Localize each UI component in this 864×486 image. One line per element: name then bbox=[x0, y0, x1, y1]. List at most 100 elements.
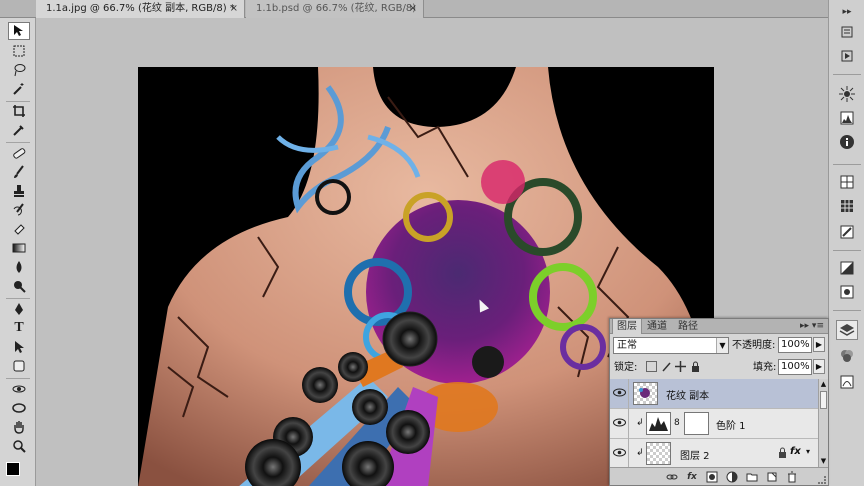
layer-name: 色阶 1 bbox=[716, 421, 746, 432]
styles-icon[interactable] bbox=[836, 222, 858, 242]
toolbox-separator bbox=[6, 142, 30, 143]
right-panel-dock: ▸▸ bbox=[828, 0, 864, 486]
layer-row-levels-1[interactable]: ↲ 8 色阶 1 bbox=[610, 409, 818, 439]
lock-image-icon[interactable] bbox=[661, 361, 672, 372]
clone-stamp-tool-icon[interactable] bbox=[8, 182, 30, 200]
scroll-down-icon[interactable]: ▼ bbox=[819, 456, 828, 466]
lock-transparent-icon[interactable] bbox=[646, 361, 657, 372]
color-icon[interactable] bbox=[836, 172, 858, 192]
history-icon[interactable] bbox=[836, 22, 858, 42]
magic-wand-tool-icon[interactable] bbox=[8, 80, 30, 98]
eye-icon[interactable] bbox=[613, 388, 626, 399]
blend-mode-value: 正常 bbox=[617, 340, 637, 351]
navigator-icon[interactable] bbox=[836, 84, 858, 104]
3d-orbit-tool-icon[interactable] bbox=[8, 399, 30, 417]
opacity-slider-arrow-icon[interactable]: ▶ bbox=[813, 337, 825, 352]
histogram-icon[interactable] bbox=[836, 108, 858, 128]
add-mask-icon[interactable] bbox=[706, 471, 718, 483]
info-icon[interactable] bbox=[836, 132, 858, 152]
dock-menu-icon[interactable]: ▸▸ bbox=[836, 2, 858, 22]
dock-separator bbox=[833, 310, 861, 311]
toolbox-separator bbox=[6, 298, 30, 299]
brush-tool-icon[interactable] bbox=[8, 163, 30, 181]
dodge-tool-icon[interactable] bbox=[8, 277, 30, 295]
layer-thumbnail bbox=[633, 382, 658, 405]
path-selection-tool-icon[interactable] bbox=[8, 338, 30, 356]
layers-list: 花纹 副本 ↲ 8 色阶 1 ↲ 图层 2 fx ▾ bbox=[610, 379, 818, 467]
history-brush-tool-icon[interactable] bbox=[8, 201, 30, 219]
foreground-color-swatch[interactable] bbox=[6, 462, 20, 476]
levels-adjustment-icon bbox=[646, 412, 671, 435]
healing-brush-tool-icon[interactable] bbox=[8, 144, 30, 162]
resize-grip-icon[interactable] bbox=[818, 476, 826, 484]
link-layers-icon[interactable] bbox=[666, 471, 678, 483]
fill-label: 填充: bbox=[753, 362, 777, 373]
visibility-cell bbox=[610, 409, 629, 439]
tab-channels[interactable]: 通道 bbox=[643, 319, 671, 334]
pen-tool-icon[interactable] bbox=[8, 300, 30, 318]
fill-slider-arrow-icon[interactable]: ▶ bbox=[813, 359, 825, 374]
3d-rotate-tool-icon[interactable] bbox=[8, 380, 30, 398]
tab-label: 1.1a.jpg @ 66.7% (花纹 副本, RGB/8) * bbox=[46, 3, 235, 14]
layers-panel: 图层 通道 路径 ▸▸ ▾≡ 正常 ▼ 不透明度: 100% ▶ 锁定: 填充:… bbox=[609, 318, 829, 486]
shape-tool-icon[interactable] bbox=[8, 357, 30, 375]
blend-mode-select[interactable]: 正常 ▼ bbox=[613, 337, 729, 354]
tab-1-1b-psd[interactable]: 1.1b.psd @ 66.7% (花纹, RGB/8) × bbox=[246, 0, 424, 18]
expand-effects-icon[interactable]: ▾ bbox=[806, 447, 810, 456]
hand-tool-icon[interactable] bbox=[8, 418, 30, 436]
layer-effects-icon[interactable]: fx bbox=[790, 446, 801, 457]
paths-icon[interactable] bbox=[836, 372, 858, 392]
new-group-icon[interactable] bbox=[746, 471, 758, 483]
trash-icon[interactable] bbox=[786, 471, 798, 483]
layer-mask-thumbnail[interactable] bbox=[684, 412, 709, 435]
lock-position-icon[interactable] bbox=[675, 361, 686, 372]
layer-name: 图层 2 bbox=[680, 451, 710, 462]
dock-separator bbox=[833, 250, 861, 251]
layer-row-huawen-copy[interactable]: 花纹 副本 bbox=[610, 379, 818, 409]
blend-opacity-row: 正常 ▼ 不透明度: 100% ▶ bbox=[610, 336, 828, 358]
crop-tool-icon[interactable] bbox=[8, 102, 30, 120]
blur-tool-icon[interactable] bbox=[8, 258, 30, 276]
scroll-up-icon[interactable]: ▲ bbox=[819, 379, 828, 389]
dock-separator bbox=[833, 74, 861, 75]
move-tool-icon[interactable] bbox=[8, 22, 30, 40]
channels-icon[interactable] bbox=[836, 346, 858, 366]
photoshop-window: 1.1a.jpg @ 66.7% (花纹 副本, RGB/8) * × 1.1b… bbox=[0, 0, 864, 486]
masks-icon[interactable] bbox=[836, 282, 858, 302]
lock-icon bbox=[778, 447, 787, 461]
link-icon[interactable]: 8 bbox=[674, 418, 680, 428]
eraser-tool-icon[interactable] bbox=[8, 220, 30, 238]
layer-row-layer-2[interactable]: ↲ 图层 2 fx ▾ bbox=[610, 439, 818, 467]
eyedropper-tool-icon[interactable] bbox=[8, 121, 30, 139]
tab-label: 1.1b.psd @ 66.7% (花纹, RGB/8) bbox=[256, 3, 417, 14]
eye-icon[interactable] bbox=[613, 448, 626, 459]
scroll-thumb[interactable] bbox=[820, 391, 827, 409]
gradient-tool-icon[interactable] bbox=[8, 239, 30, 257]
lock-all-icon[interactable] bbox=[690, 361, 701, 372]
panel-menu-icon[interactable]: ▸▸ ▾≡ bbox=[800, 319, 824, 334]
lasso-tool-icon[interactable] bbox=[8, 61, 30, 79]
adjustments-icon[interactable] bbox=[836, 258, 858, 278]
layers-scrollbar[interactable]: ▲ ▼ bbox=[818, 379, 828, 467]
marquee-tool-icon[interactable] bbox=[8, 42, 30, 60]
type-tool-icon[interactable]: T bbox=[8, 319, 30, 337]
add-style-icon[interactable]: fx bbox=[686, 471, 698, 483]
layers-icon[interactable] bbox=[836, 320, 858, 340]
zoom-tool-icon[interactable] bbox=[8, 437, 30, 455]
opacity-label: 不透明度: bbox=[732, 340, 776, 351]
eye-icon[interactable] bbox=[613, 418, 626, 429]
tab-1-1a-jpg[interactable]: 1.1a.jpg @ 66.7% (花纹 副本, RGB/8) * × bbox=[36, 0, 245, 18]
chevron-down-icon: ▼ bbox=[716, 338, 728, 353]
opacity-input[interactable]: 100% bbox=[778, 337, 812, 353]
lock-label: 锁定: bbox=[614, 362, 638, 373]
actions-icon[interactable] bbox=[836, 46, 858, 66]
tab-paths[interactable]: 路径 bbox=[674, 319, 702, 334]
fill-input[interactable]: 100% bbox=[778, 359, 812, 375]
new-layer-icon[interactable] bbox=[766, 471, 778, 483]
swatches-icon[interactable] bbox=[836, 196, 858, 216]
close-icon[interactable]: × bbox=[230, 0, 238, 18]
adjustment-layer-icon[interactable] bbox=[726, 471, 738, 483]
close-icon[interactable]: × bbox=[409, 0, 417, 18]
tab-layers[interactable]: 图层 bbox=[612, 319, 642, 334]
dock-separator bbox=[833, 164, 861, 165]
